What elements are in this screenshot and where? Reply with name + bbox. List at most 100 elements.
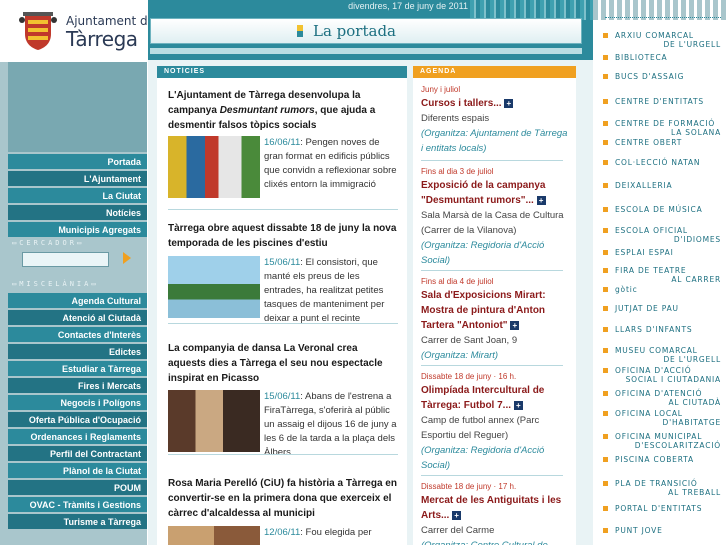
agenda-title[interactable]: Mercat de les Antiguitats i les Arts... …: [421, 493, 571, 523]
misc-nav-item[interactable]: Perfil del Contractant: [8, 446, 147, 462]
news-header: NOTÍCIES: [157, 66, 407, 78]
bullet-icon: [603, 528, 608, 533]
bullet-icon: [603, 327, 608, 332]
right-link[interactable]: DEIXALLERIA: [603, 181, 725, 190]
logo-line-1: Ajuntament de: [66, 14, 156, 28]
right-link-label-2: DE L'URGELL: [663, 40, 721, 49]
nav-item[interactable]: Notícies: [8, 205, 147, 221]
agenda-place: Carrer de Sant Joan, 9: [421, 335, 518, 346]
agenda-title-text: Exposició de la campanya "Desmuntant rum…: [421, 180, 546, 206]
search-input[interactable]: [22, 252, 109, 267]
misc-nav-item[interactable]: Oferta Pública d'Ocupació: [8, 412, 147, 428]
right-link[interactable]: LLARS D'INFANTS: [603, 325, 725, 334]
right-link[interactable]: BUCS D'ASSAIG: [603, 72, 725, 81]
right-link[interactable]: OFICINA D'ACCIÓ SOCIAL I CIUTADANIA: [603, 366, 725, 384]
right-link[interactable]: BIBLIOTECA: [603, 53, 725, 62]
news-photo[interactable]: [168, 390, 260, 452]
right-link[interactable]: MUSEU COMARCAL DE L'URGELL: [603, 346, 725, 364]
more-icon[interactable]: +: [510, 320, 520, 330]
right-link[interactable]: OFICINA D'ATENCIÓ AL CIUTADÀ: [603, 389, 725, 407]
right-link[interactable]: PISCINA COBERTA: [603, 455, 725, 464]
bullet-icon: [603, 207, 608, 212]
misc-nav-item[interactable]: Turisme a Tàrrega: [8, 514, 147, 530]
agenda-title[interactable]: Olimpíada Intercultural de Tàrrega: Futb…: [421, 383, 571, 413]
agenda-separator: [421, 475, 563, 476]
agenda-separator: [421, 365, 563, 366]
right-link[interactable]: OFICINA MUNICIPAL D'ESCOLARITZACIÓ: [603, 432, 725, 450]
misc-nav-item[interactable]: Agenda Cultural: [8, 293, 147, 309]
news-photo[interactable]: [168, 136, 260, 198]
bullet-icon: [603, 183, 608, 188]
nav-item[interactable]: Municipis Agregats: [8, 222, 147, 238]
news-date: 15/06/11: [264, 391, 301, 402]
right-link[interactable]: JUTJAT DE PAU: [603, 304, 725, 313]
misc-nav-item[interactable]: Edictes: [8, 344, 147, 360]
more-icon[interactable]: +: [452, 510, 462, 520]
more-icon[interactable]: +: [504, 98, 514, 108]
section-title-bar: La portada: [150, 18, 582, 44]
misc-nav-item[interactable]: Contactes d'Interès: [8, 327, 147, 343]
news-date: 15/06/11: [264, 257, 301, 268]
news-summary: 15/06/11: El consistori, que manté els p…: [264, 256, 398, 326]
agenda-organizer: (Organitza: Regidoria d'Acció Social): [421, 445, 545, 471]
right-link-label: PLA DE TRANSICIÓ: [615, 479, 698, 488]
misc-nav: Agenda Cultural Atenció al Ciutadà Contact…: [8, 293, 147, 531]
news-photo[interactable]: [168, 256, 260, 318]
right-link[interactable]: CENTRE OBERT: [603, 138, 725, 147]
bullet-icon: [603, 33, 608, 38]
agenda-title-text: Cursos i tallers...: [421, 98, 502, 109]
right-link[interactable]: ESCOLA DE MÚSICA: [603, 205, 725, 214]
misc-nav-item[interactable]: Fires i Mercats: [8, 378, 147, 394]
bullet-icon: [603, 348, 608, 353]
right-link[interactable]: gòtic: [603, 285, 725, 294]
right-link[interactable]: ESPLAI ESPAI: [603, 248, 725, 257]
right-link[interactable]: CENTRE D'ENTITATS: [603, 97, 725, 106]
right-link-label: PISCINA COBERTA: [615, 455, 694, 464]
more-icon[interactable]: +: [536, 195, 546, 205]
bullet-icon: [603, 391, 608, 396]
news-title[interactable]: La companyia de dansa La Veronal crea aq…: [168, 341, 398, 386]
misc-nav-item[interactable]: Atenció al Ciutadà: [8, 310, 147, 326]
news-date: 16/06/11: [264, 137, 301, 148]
right-link[interactable]: PORTAL D'ENTITATS: [603, 504, 725, 513]
misc-nav-item[interactable]: OVAC - Tràmits i Gestions: [8, 497, 147, 513]
news-item: La companyia de dansa La Veronal crea aq…: [168, 341, 398, 458]
misc-nav-item[interactable]: Estudiar a Tàrrega: [8, 361, 147, 377]
right-link[interactable]: PLA DE TRANSICIÓ AL TREBALL: [603, 479, 725, 497]
agenda-title[interactable]: Exposició de la campanya "Desmuntant rum…: [421, 178, 571, 208]
right-link[interactable]: ESCOLA OFICIAL D'IDIOMES: [603, 226, 725, 244]
search-label: ▭CERCADOR▭: [12, 239, 85, 247]
right-link[interactable]: COL·LECCIÓ NATAN: [603, 158, 725, 167]
bullet-icon: [603, 228, 608, 233]
bullet-icon: [603, 287, 608, 292]
news-title[interactable]: Rosa Maria Perelló (CiU) fa història a T…: [168, 476, 398, 521]
nav-item[interactable]: Portada: [8, 154, 147, 170]
right-link-label-2: D'HABITATGE: [662, 418, 721, 427]
news-title[interactable]: Tàrrega obre aquest dissabte 18 de juny …: [168, 221, 398, 251]
right-link[interactable]: ARXIU COMARCAL DE L'URGELL: [603, 31, 725, 49]
more-icon[interactable]: +: [513, 400, 523, 410]
nav-item[interactable]: La Ciutat: [8, 188, 147, 204]
news-title-text: La companyia de dansa La Veronal crea aq…: [168, 343, 383, 384]
misc-nav-item[interactable]: POUM: [8, 480, 147, 496]
agenda-title[interactable]: Cursos i tallers... +: [421, 96, 571, 111]
agenda-title[interactable]: Sala d'Exposicions Mirart: Mostra de pin…: [421, 288, 571, 333]
right-link[interactable]: CENTRE DE FORMACIÓ LA SOLANA: [603, 119, 725, 137]
right-link-label: ESCOLA DE MÚSICA: [615, 205, 703, 214]
misc-nav-item[interactable]: Negocis i Polígons: [8, 395, 147, 411]
dotted-divider: [605, 17, 721, 18]
nav-item[interactable]: L'Ajuntament: [8, 171, 147, 187]
logo[interactable]: Ajuntament de Tàrrega: [0, 0, 155, 62]
misc-nav-item[interactable]: Ordenances i Reglaments: [8, 429, 147, 445]
agenda-separator: [421, 160, 563, 161]
decorative-band: [8, 62, 147, 152]
right-link[interactable]: FIRA DE TEATRE AL CARRER: [603, 266, 725, 284]
search-go-icon[interactable]: [123, 252, 131, 264]
misc-nav-item[interactable]: Plànol de la Ciutat: [8, 463, 147, 479]
right-link[interactable]: PUNT JOVE: [603, 526, 725, 535]
right-link[interactable]: OFICINA LOCAL D'HABITATGE: [603, 409, 725, 427]
news-photo[interactable]: [168, 526, 260, 545]
news-separator: [168, 454, 398, 455]
right-link-label: PUNT JOVE: [615, 526, 663, 535]
news-title[interactable]: L'Ajuntament de Tàrrega desenvolupa la c…: [168, 88, 398, 133]
